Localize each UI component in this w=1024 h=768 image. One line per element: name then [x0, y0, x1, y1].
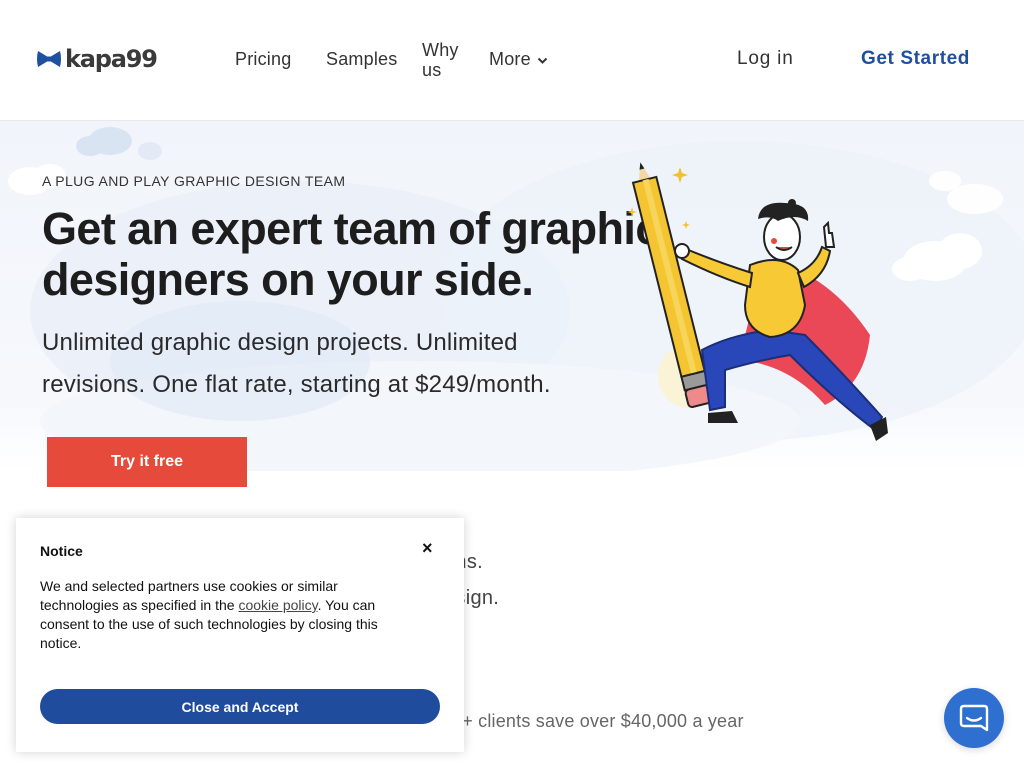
clients-savings-text: 0+ clients save over $40,000 a year	[452, 711, 744, 731]
bowtie-icon	[37, 51, 61, 67]
chat-launcher-button[interactable]	[944, 688, 1004, 748]
nav-pricing[interactable]: Pricing	[235, 49, 291, 70]
nav-more[interactable]: More	[489, 49, 548, 70]
get-started-link[interactable]: Get Started	[861, 48, 970, 70]
hero-subheadline: Unlimited graphic design projects. Unlim…	[42, 329, 551, 398]
close-and-accept-button[interactable]: Close and Accept	[40, 689, 440, 724]
chat-bubble-icon	[959, 704, 989, 732]
cookie-policy-link[interactable]: cookie policy	[238, 597, 317, 613]
hero-eyebrow: A PLUG AND PLAY GRAPHIC DESIGN TEAM	[42, 173, 346, 189]
close-icon[interactable]: ×	[422, 538, 433, 558]
notice-body: We and selected partners use cookies or …	[40, 577, 400, 653]
notice-title: Notice	[40, 543, 83, 559]
superhero-pencil-illustration	[627, 162, 888, 441]
site-header: kapa99 Pricing Samples Why us More Log i…	[0, 0, 1024, 121]
hero-headline: Get an expert team of graphic designers …	[42, 203, 660, 305]
try-it-free-button[interactable]: Try it free	[47, 437, 247, 487]
nav-samples[interactable]: Samples	[326, 49, 397, 70]
cookie-notice-dialog: Notice × We and selected partners use co…	[16, 518, 464, 752]
chevron-down-icon	[537, 57, 548, 64]
login-link[interactable]: Log in	[737, 48, 794, 70]
logo[interactable]: kapa99	[37, 45, 158, 73]
nav-why-us[interactable]: Why us	[422, 40, 464, 80]
nav-more-label: More	[489, 49, 531, 69]
logo-text: kapa99	[65, 45, 158, 73]
